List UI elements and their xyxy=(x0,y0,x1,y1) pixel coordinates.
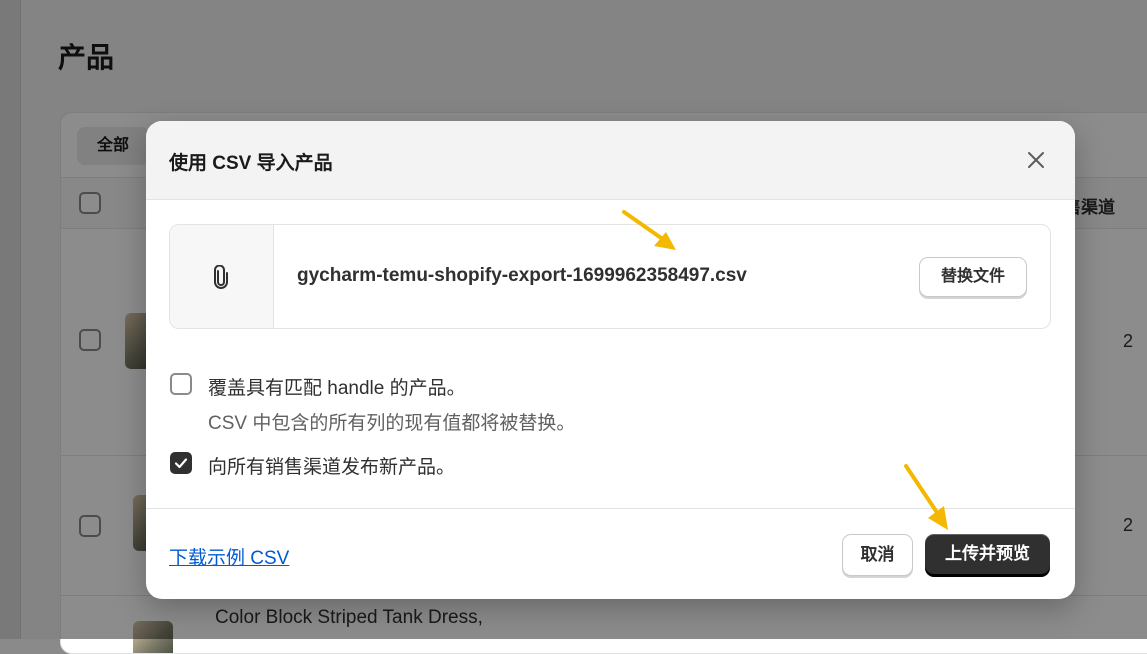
download-sample-csv-link[interactable]: 下载示例 CSV xyxy=(169,543,289,570)
replace-file-button[interactable]: 替换文件 xyxy=(919,257,1027,297)
upload-and-preview-button[interactable]: 上传并预览 xyxy=(925,534,1050,574)
close-button[interactable] xyxy=(1022,146,1050,174)
close-icon xyxy=(1028,152,1044,168)
overwrite-help-text: CSV 中包含的所有列的现有值都将被替换。 xyxy=(208,413,576,434)
checkmark-icon xyxy=(174,458,188,469)
publish-checkbox[interactable] xyxy=(170,452,192,474)
modal-header: 使用 CSV 导入产品 xyxy=(146,121,1075,200)
publish-label: 向所有销售渠道发布新产品。 xyxy=(208,457,456,478)
paperclip-icon xyxy=(214,265,228,289)
selected-file-box: gycharm-temu-shopify-export-169996235849… xyxy=(169,224,1051,329)
overwrite-checkbox[interactable] xyxy=(170,373,192,395)
file-icon-cell xyxy=(170,225,274,328)
cancel-button[interactable]: 取消 xyxy=(842,534,913,576)
overwrite-label: 覆盖具有匹配 handle 的产品。 xyxy=(208,378,466,399)
arrow-icon xyxy=(622,210,676,250)
arrow-icon xyxy=(904,464,948,530)
file-name: gycharm-temu-shopify-export-169996235849… xyxy=(297,265,747,286)
modal-title: 使用 CSV 导入产品 xyxy=(169,153,333,174)
